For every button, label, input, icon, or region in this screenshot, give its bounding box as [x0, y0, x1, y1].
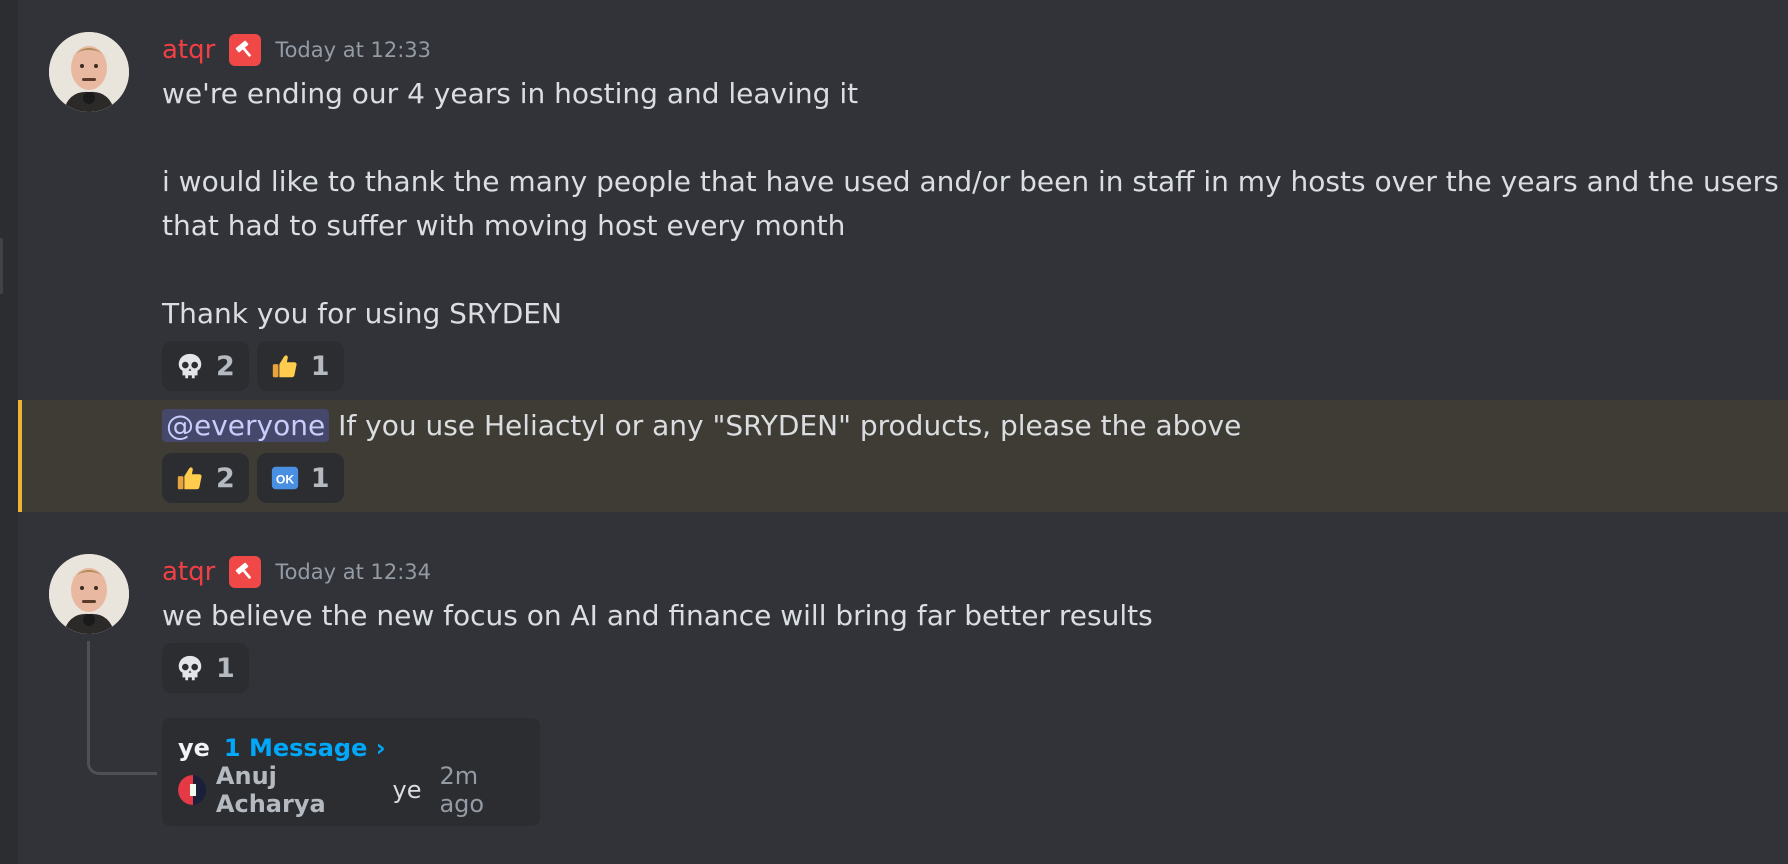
reaction-count: 2 — [216, 462, 235, 494]
message-line: @everyone If you use Heliactyl or any "S… — [162, 404, 1241, 448]
skull-icon — [174, 350, 206, 382]
reaction-thumbs-up[interactable]: 2 — [162, 453, 249, 503]
thread-connector — [87, 641, 157, 775]
message-line: that had to suffer with moving host ever… — [162, 209, 846, 242]
message-line: we're ending our 4 years in hosting and … — [162, 77, 859, 110]
reactions-bar: 1 — [162, 643, 249, 693]
reaction-count: 1 — [310, 462, 330, 494]
avatar-image — [49, 554, 129, 634]
timestamp[interactable]: Today at 12:34 — [275, 560, 431, 584]
username[interactable]: atqr — [162, 35, 215, 65]
message-header: atqr Today at 12:34 — [162, 552, 431, 592]
message-header: atqr Today at 12:33 — [162, 30, 431, 70]
message-text: If you use Heliactyl or any "SRYDEN" pro… — [329, 409, 1242, 442]
thread-header: ye 1 Message › — [178, 732, 524, 764]
scroll-indicator — [0, 238, 3, 294]
thumbs-up-icon — [174, 462, 206, 494]
role-icon[interactable] — [229, 556, 262, 588]
svg-text:OK: OK — [276, 473, 294, 487]
reaction-count: 1 — [216, 652, 235, 684]
thread-message-count[interactable]: 1 Message › — [224, 734, 386, 762]
thread-name[interactable]: ye — [178, 734, 210, 762]
timestamp[interactable]: Today at 12:33 — [275, 38, 431, 62]
reaction-count: 1 — [310, 350, 330, 382]
avatar — [178, 775, 206, 805]
hammer-icon — [236, 40, 252, 57]
skull-icon — [174, 652, 206, 684]
hammer-icon — [236, 562, 252, 579]
reaction-ok[interactable]: OK 1 — [256, 453, 344, 503]
username[interactable]: atqr — [162, 557, 215, 587]
message-line: i would like to thank the many people th… — [162, 165, 1779, 198]
left-gutter — [0, 0, 18, 864]
thread-last-message: Anuj Acharya ye 2m ago — [178, 762, 524, 818]
reaction-skull[interactable]: 2 — [162, 341, 249, 391]
everyone-mention[interactable]: @everyone — [162, 409, 330, 442]
message-line: we believe the new focus on AI and finan… — [162, 599, 1153, 632]
reaction-skull[interactable]: 1 — [162, 643, 249, 693]
reactions-bar: 2 OK 1 — [162, 453, 344, 503]
thread-time: 2m ago — [439, 762, 485, 818]
avatar[interactable] — [49, 554, 129, 634]
ok-button-icon: OK — [269, 462, 301, 494]
thumbs-up-icon — [269, 350, 301, 382]
avatar-image — [49, 32, 129, 112]
thread-author[interactable]: Anuj Acharya — [216, 762, 383, 818]
avatar[interactable] — [49, 32, 129, 112]
reactions-bar: 2 1 — [162, 341, 344, 391]
message-line: Thank you for using SRYDEN — [162, 297, 562, 330]
thread-last-text: ye — [392, 776, 422, 804]
reaction-thumbs-up[interactable]: 1 — [256, 341, 344, 391]
reaction-count: 2 — [216, 350, 235, 382]
thread-preview[interactable]: ye 1 Message › Anuj Acharya ye 2m ago — [162, 718, 540, 826]
role-icon[interactable] — [229, 34, 262, 66]
